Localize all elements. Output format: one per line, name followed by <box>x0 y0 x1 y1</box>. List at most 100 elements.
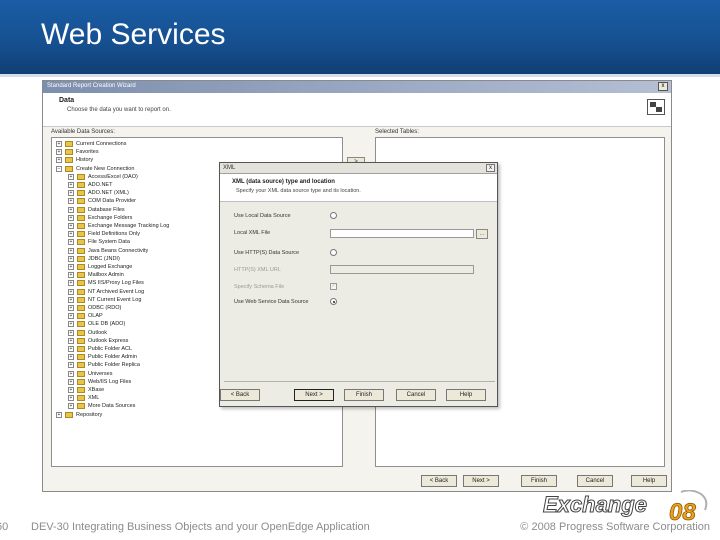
tree-item-label: Public Folder Replica <box>88 362 140 369</box>
expand-icon[interactable]: + <box>68 387 74 393</box>
expand-icon[interactable]: + <box>68 313 74 320</box>
expand-icon[interactable]: + <box>68 272 74 279</box>
browse-button[interactable]: ... <box>476 229 488 239</box>
expand-icon[interactable]: + <box>68 362 74 369</box>
expand-icon[interactable]: + <box>68 321 74 328</box>
folder-icon <box>65 149 73 156</box>
xml-dialog-close-button[interactable]: x <box>486 164 495 172</box>
folder-icon <box>77 223 85 229</box>
wizard-cancel-button[interactable]: Cancel <box>577 475 613 487</box>
specify-schema-label: Specify Schema File <box>234 284 285 290</box>
expand-icon[interactable]: + <box>68 329 74 336</box>
xml-next-button[interactable]: Next > <box>294 389 334 401</box>
tree-item-label: Favorites <box>76 149 99 156</box>
xml-dialog-header-subtitle: Specify your XML data source type and it… <box>236 188 361 194</box>
wizard-help-button[interactable]: Help <box>631 475 667 487</box>
expand-icon[interactable]: + <box>68 370 74 377</box>
tree-item[interactable]: + Repository <box>52 411 342 419</box>
tree-item-label: File System Data <box>88 239 130 246</box>
expand-icon[interactable]: + <box>56 411 62 418</box>
expand-icon[interactable]: + <box>68 214 74 221</box>
use-web-service-radio[interactable] <box>330 298 337 305</box>
wizard-finish-button[interactable]: Finish <box>521 475 557 487</box>
tree-item-label: Exchange Folders <box>88 214 133 221</box>
logo-year: 08 <box>669 499 696 522</box>
expand-icon[interactable]: + <box>68 403 74 410</box>
xml-back-button[interactable]: < Back <box>220 389 260 401</box>
xml-cancel-button[interactable]: Cancel <box>396 389 436 401</box>
folder-icon <box>77 305 85 311</box>
wizard-step-title: Data <box>59 97 75 104</box>
tree-item-label: MS IIS/Proxy Log Files <box>88 280 144 287</box>
xml-dialog-titlebar: XML <box>220 163 497 174</box>
xml-help-button[interactable]: Help <box>446 389 486 401</box>
expand-icon[interactable]: + <box>68 231 74 238</box>
tree-item-label: OLE DB (ADO) <box>88 321 126 328</box>
tree-item[interactable]: + Current Connections <box>52 140 342 148</box>
expand-icon[interactable]: + <box>56 157 62 164</box>
expand-icon[interactable]: + <box>56 141 62 147</box>
header-divider <box>0 74 720 77</box>
expand-icon[interactable]: + <box>68 346 74 352</box>
tree-item-label: XML <box>88 395 100 402</box>
folder-icon <box>77 370 85 377</box>
folder-icon <box>77 198 85 205</box>
expand-icon[interactable]: + <box>68 337 74 344</box>
use-local-radio[interactable] <box>330 212 337 219</box>
collapse-icon[interactable]: − <box>56 165 62 172</box>
tree-item-label: More Data Sources <box>88 403 136 410</box>
tree-item-label: NT Current Event Log <box>88 296 142 303</box>
tree-item-label: Mailbox Admin <box>88 272 124 279</box>
available-sources-label: Available Data Sources: <box>51 129 115 135</box>
xml-finish-button[interactable]: Finish <box>344 389 384 401</box>
expand-icon[interactable]: + <box>68 264 74 270</box>
expand-icon[interactable]: + <box>68 198 74 205</box>
tree-item-label: Current Connections <box>76 141 127 147</box>
folder-icon <box>77 173 85 180</box>
folder-icon <box>77 214 85 221</box>
wizard-next-button[interactable]: Next > <box>463 475 499 487</box>
tree-item-label: NT Archived Event Log <box>88 288 145 295</box>
expand-icon[interactable]: + <box>68 378 74 385</box>
expand-icon[interactable]: + <box>68 288 74 295</box>
expand-icon[interactable]: + <box>68 182 74 188</box>
wizard-close-button[interactable]: x <box>658 82 668 91</box>
tree-item-label: Java Beans Connectivity <box>88 247 149 254</box>
specify-schema-checkbox[interactable]: ✓ <box>330 283 337 290</box>
expand-icon[interactable]: + <box>68 223 74 229</box>
expand-icon[interactable]: + <box>68 173 74 180</box>
logo-text: Exchange <box>543 492 647 517</box>
expand-icon[interactable]: + <box>68 190 74 197</box>
folder-icon <box>77 247 85 254</box>
tree-item-label: Public Folder Admin <box>88 354 137 361</box>
use-local-label: Use Local Data Source <box>234 213 291 219</box>
folder-icon <box>77 182 85 188</box>
expand-icon[interactable]: + <box>68 395 74 402</box>
tree-item-label: Outlook Express <box>88 337 129 344</box>
expand-icon[interactable]: + <box>68 206 74 213</box>
expand-icon[interactable]: + <box>68 239 74 246</box>
http-url-field[interactable] <box>330 265 474 274</box>
expand-icon[interactable]: + <box>56 149 62 156</box>
expand-icon[interactable]: + <box>68 247 74 254</box>
use-http-radio[interactable] <box>330 249 337 256</box>
folder-icon <box>77 337 85 344</box>
expand-icon[interactable]: + <box>68 354 74 361</box>
expand-icon[interactable]: + <box>68 255 74 262</box>
tree-item-label: ODBC (RDO) <box>88 305 122 311</box>
tree-item[interactable]: + Favorites <box>52 148 342 156</box>
folder-icon <box>77 395 85 402</box>
tree-item-label: Repository <box>76 411 103 418</box>
expand-icon[interactable]: + <box>68 305 74 311</box>
xml-dialog-title: XML <box>223 165 236 171</box>
folder-icon <box>77 387 85 393</box>
expand-icon[interactable]: + <box>68 280 74 287</box>
local-xml-file-field[interactable] <box>330 229 474 238</box>
tree-item-label: COM Data Provider <box>88 198 136 205</box>
folder-icon <box>65 411 73 418</box>
expand-icon[interactable]: + <box>68 296 74 303</box>
wizard-back-button[interactable]: < Back <box>421 475 457 487</box>
folder-icon <box>77 288 85 295</box>
selected-tables-label: Selected Tables: <box>375 129 419 135</box>
folder-icon <box>77 354 85 361</box>
